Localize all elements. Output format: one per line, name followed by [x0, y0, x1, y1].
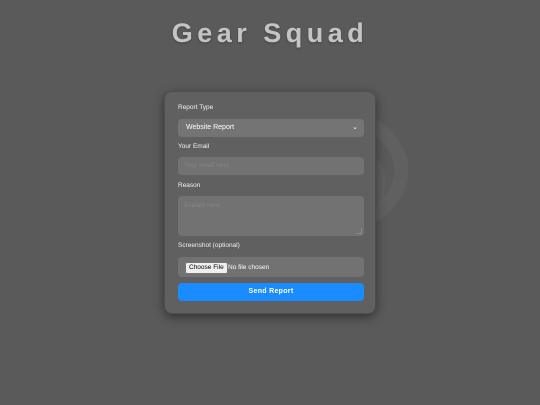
report-form: Report Type Website Report ⌄ Your Email …: [164, 91, 376, 314]
reason-label: Reason: [178, 182, 201, 189]
resize-handle[interactable]: [356, 228, 362, 234]
chevron-down-icon: ⌄: [352, 124, 358, 131]
page-title: Gear Squad: [171, 18, 369, 48]
screenshot-file-input[interactable]: Choose File No file chosen: [178, 257, 364, 277]
file-status-text: No file chosen: [228, 264, 270, 271]
email-label: Your Email: [178, 143, 210, 150]
reason-placeholder: Explain here: [184, 202, 221, 209]
send-report-button[interactable]: Send Report: [178, 283, 364, 301]
report-type-select[interactable]: Website Report ⌄: [178, 119, 364, 137]
screenshot-label: Screenshot (optional): [178, 242, 240, 249]
reason-textarea[interactable]: Explain here: [178, 196, 364, 236]
choose-file-button[interactable]: Choose File: [185, 262, 228, 274]
email-field[interactable]: Your email here: [178, 157, 364, 175]
report-type-value: Website Report: [186, 124, 235, 131]
email-placeholder: Your email here: [184, 162, 230, 169]
report-type-label: Report Type: [178, 104, 214, 111]
